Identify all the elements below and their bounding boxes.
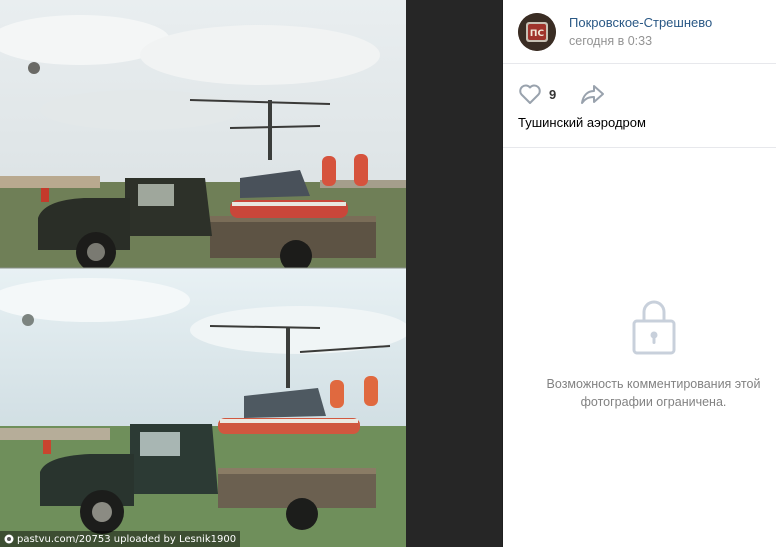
pastvu-logo-icon — [4, 534, 14, 544]
heart-icon — [519, 84, 541, 104]
share-arrow-icon — [581, 85, 605, 104]
like-button[interactable]: 9 — [518, 83, 556, 105]
author-block: ПС Покровское-Стрешнево сегодня в 0:33 — [503, 0, 776, 64]
photo-image — [0, 0, 406, 547]
photo[interactable]: pastvu.com/20753 uploaded by Lesnik1900 — [0, 0, 406, 547]
author-name[interactable]: Покровское-Стрешнево — [569, 14, 712, 31]
share-button[interactable] — [580, 83, 606, 105]
like-count: 9 — [549, 86, 557, 102]
post-panel: ПС Покровское-Стрешнево сегодня в 0:33 9… — [503, 0, 776, 547]
comments-closed-text: Возможность комментирования этой фотогра… — [503, 375, 776, 411]
post-time[interactable]: сегодня в 0:33 — [569, 33, 712, 50]
photo-viewer[interactable]: pastvu.com/20753 uploaded by Lesnik1900 — [0, 0, 502, 547]
watermark-text: pastvu.com/20753 uploaded by Lesnik1900 — [17, 533, 237, 545]
actions-block: 9 Тушинский аэродром — [503, 64, 776, 148]
photo-caption: Тушинский аэродром — [518, 115, 646, 130]
comments-closed-line1: Возможность комментирования этой — [546, 377, 761, 391]
avatar[interactable]: ПС — [518, 12, 556, 51]
comments-closed: Возможность комментирования этой фотогра… — [503, 296, 776, 411]
comments-closed-line2: фотографии ограничена. — [580, 395, 727, 409]
svg-text:ПС: ПС — [530, 29, 545, 39]
logo-pcs-icon: ПС — [518, 12, 556, 51]
watermark: pastvu.com/20753 uploaded by Lesnik1900 — [0, 531, 241, 547]
lock-icon — [632, 300, 675, 355]
